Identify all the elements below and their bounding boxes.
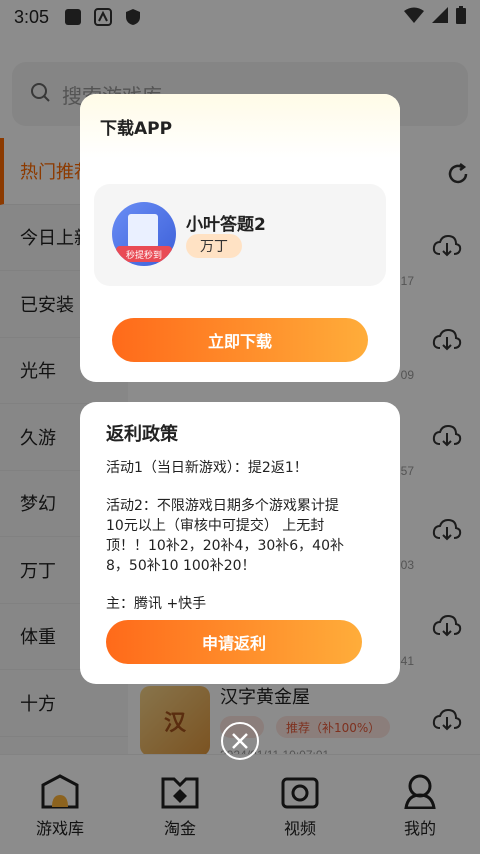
- rebate-activity-2-line2: 10元以上（审核中可提交） 上无封: [106, 518, 325, 534]
- rebate-activity-2-line1: 活动2：不限游戏日期多个游戏累计提: [106, 498, 339, 514]
- app-card: 秒提秒到 小叶答题2 万丁: [94, 184, 386, 286]
- rebate-activity-2-line3: 顶！！10补2，20补4，30补6，40补: [106, 538, 344, 554]
- rebate-title: 返利政策: [106, 424, 178, 445]
- download-now-button[interactable]: 立即下载: [112, 318, 368, 362]
- app-icon-banner: 秒提秒到: [116, 246, 172, 262]
- app-icon: 秒提秒到: [112, 202, 176, 266]
- rebate-main-note: 主：腾讯 +快手: [106, 596, 207, 612]
- app-name: 小叶答题2: [186, 215, 266, 235]
- close-icon: [232, 733, 248, 749]
- download-app-dialog: 下载APP 秒提秒到 小叶答题2 万丁 立即下载: [80, 94, 400, 382]
- rebate-activity-1: 活动1（当日新游戏）：提2返1！: [106, 460, 308, 476]
- rebate-activity-2-line4: 8，50补10 100补20！: [106, 558, 256, 574]
- apply-rebate-button[interactable]: 申请返利: [106, 620, 362, 664]
- app-platform-tag: 万丁: [186, 234, 242, 258]
- dialog-title: 下载APP: [80, 94, 400, 158]
- app-icon-sheet: [128, 214, 158, 248]
- close-button[interactable]: [221, 722, 259, 760]
- rebate-policy-dialog: 返利政策 活动1（当日新游戏）：提2返1！ 活动2：不限游戏日期多个游戏累计提 …: [80, 402, 400, 684]
